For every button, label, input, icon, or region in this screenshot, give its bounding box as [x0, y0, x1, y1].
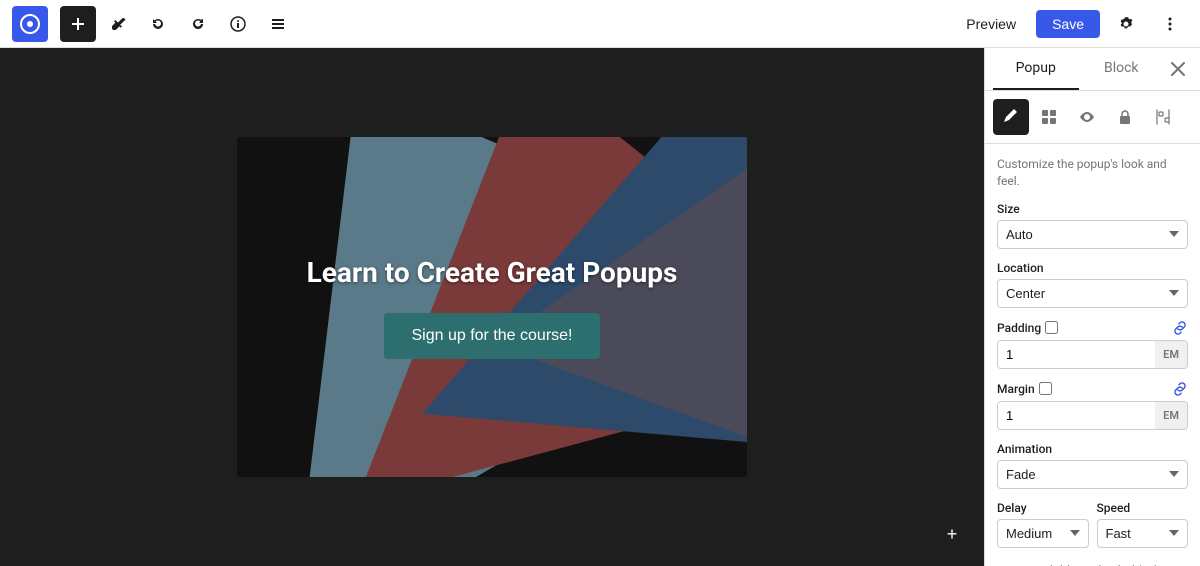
padding-label: Padding — [997, 321, 1041, 335]
margin-label-row: Margin — [997, 382, 1052, 396]
tab-popup[interactable]: Popup — [993, 48, 1079, 90]
size-select[interactable]: Auto Small Medium Large Full Width — [997, 220, 1188, 249]
margin-link-button[interactable] — [1172, 381, 1188, 397]
tools-button[interactable] — [100, 6, 136, 42]
padding-input[interactable]: 1 — [998, 341, 1155, 368]
sidebar-icon-row — [985, 91, 1200, 144]
add-block-button[interactable]: + — [936, 518, 968, 550]
delay-label: Delay — [997, 501, 1089, 515]
tab-block[interactable]: Block — [1079, 48, 1165, 90]
advanced-icon-button[interactable] — [1145, 99, 1181, 135]
popup-preview: Learn to Create Great Popups Sign up for… — [237, 137, 747, 477]
margin-unit: EM — [1155, 402, 1187, 429]
popup-title: Learn to Create Great Popups — [307, 256, 678, 289]
overlay-toggle-row: Add overlay behind popup — [997, 560, 1188, 566]
margin-input-group: 1 EM — [997, 401, 1188, 430]
style-icon-button[interactable] — [993, 99, 1029, 135]
top-toolbar: Preview Save — [0, 0, 1200, 48]
redo-button[interactable] — [180, 6, 216, 42]
sidebar-close-button[interactable] — [1164, 55, 1192, 83]
layout-icon-button[interactable] — [1031, 99, 1067, 135]
animation-label: Animation — [997, 442, 1188, 456]
speed-label: Speed — [1097, 501, 1189, 515]
padding-field-group: Padding 1 EM — [997, 320, 1188, 369]
speed-field-group: Speed Slow Normal Fast — [1097, 501, 1189, 548]
animation-select[interactable]: Fade Slide Zoom None — [997, 460, 1188, 489]
location-field-group: Location Center Top Left Top Right Botto… — [997, 261, 1188, 308]
list-view-button[interactable] — [260, 6, 296, 42]
undo-button[interactable] — [140, 6, 176, 42]
padding-unit: EM — [1155, 341, 1187, 368]
main-area: Learn to Create Great Popups Sign up for… — [0, 48, 1200, 566]
padding-link-button[interactable] — [1172, 320, 1188, 336]
popup-cta-button[interactable]: Sign up for the course! — [384, 313, 601, 359]
visibility-icon-button[interactable] — [1069, 99, 1105, 135]
canvas-area: Learn to Create Great Popups Sign up for… — [0, 48, 984, 566]
padding-label-row: Padding — [997, 321, 1058, 335]
delay-speed-row: Delay None Short Medium Long Speed Slow … — [997, 501, 1188, 548]
sidebar: Popup Block Custom — [984, 48, 1200, 566]
plus-icon: + — [947, 524, 958, 545]
padding-link-checkbox[interactable] — [1045, 321, 1058, 334]
size-field-group: Size Auto Small Medium Large Full Width — [997, 202, 1188, 249]
logo — [12, 6, 48, 42]
margin-input[interactable]: 1 — [998, 402, 1155, 429]
add-block-toolbar-button[interactable] — [60, 6, 96, 42]
margin-link-checkbox[interactable] — [1039, 382, 1052, 395]
sidebar-body: Customize the popup's look and feel. Siz… — [985, 144, 1200, 566]
speed-select[interactable]: Slow Normal Fast — [1097, 519, 1189, 548]
size-label: Size — [997, 202, 1188, 216]
save-button[interactable]: Save — [1036, 10, 1100, 38]
settings-button[interactable] — [1108, 6, 1144, 42]
location-select[interactable]: Center Top Left Top Right Bottom Left Bo… — [997, 279, 1188, 308]
more-options-button[interactable] — [1152, 6, 1188, 42]
preview-button[interactable]: Preview — [954, 10, 1028, 38]
sidebar-description: Customize the popup's look and feel. — [997, 156, 1188, 190]
info-button[interactable] — [220, 6, 256, 42]
location-label: Location — [997, 261, 1188, 275]
popup-content: Learn to Create Great Popups Sign up for… — [237, 137, 747, 477]
margin-field-group: Margin 1 EM — [997, 381, 1188, 430]
animation-field-group: Animation Fade Slide Zoom None — [997, 442, 1188, 489]
delay-field-group: Delay None Short Medium Long — [997, 501, 1089, 548]
margin-label: Margin — [997, 382, 1035, 396]
delay-select[interactable]: None Short Medium Long — [997, 519, 1089, 548]
sidebar-tabs: Popup Block — [985, 48, 1200, 91]
lock-icon-button[interactable] — [1107, 99, 1143, 135]
padding-input-group: 1 EM — [997, 340, 1188, 369]
